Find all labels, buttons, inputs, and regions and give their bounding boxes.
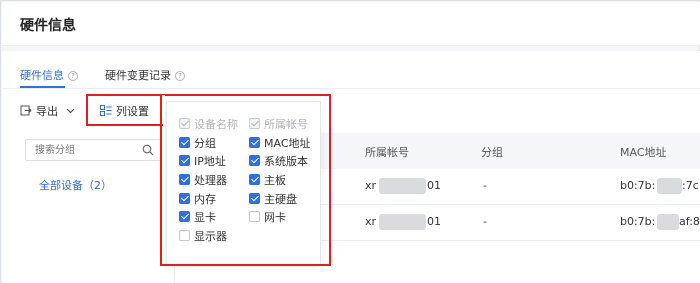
redaction-mask <box>657 178 682 194</box>
chevron-down-icon <box>66 108 74 114</box>
export-label: 导出 <box>36 105 58 118</box>
highlight-join <box>162 95 165 124</box>
highlight-box-column-settings <box>86 94 163 126</box>
account-cell-prefix: xr <box>365 215 377 228</box>
window-frame: 硬件信息 硬件信息? 硬件变更记录? 导出 列设置 搜索分组 全部设备（2） 所… <box>0 0 700 283</box>
tab-label: 硬件变更记录 <box>105 69 171 82</box>
active-tab-indicator <box>20 86 65 88</box>
tab-bar: 硬件信息? 硬件变更记录? <box>2 51 700 89</box>
account-cell-suffix: 01 <box>427 179 441 192</box>
main-content: 硬件信息? 硬件变更记录? 导出 列设置 搜索分组 全部设备（2） 所属帐号 分… <box>2 51 700 283</box>
group-cell: - <box>483 215 487 228</box>
column-header-group[interactable]: 分组 <box>481 144 503 160</box>
search-input[interactable] <box>26 140 130 160</box>
mac-cell-prefix: b0:7b: <box>620 179 656 192</box>
tab-label: 硬件信息 <box>20 69 64 82</box>
column-header-account[interactable]: 所属帐号 <box>365 144 409 160</box>
tab-hardware-info[interactable]: 硬件信息? <box>20 67 78 83</box>
highlight-box-popover <box>160 94 331 266</box>
mac-cell-suffix: af:8 <box>679 215 700 228</box>
sidebar-item-all-devices[interactable]: 全部设备（2） <box>39 177 112 193</box>
page-header: 硬件信息 <box>2 2 700 46</box>
search-icon[interactable] <box>142 144 154 156</box>
group-cell: - <box>483 179 487 192</box>
column-header-mac[interactable]: MAC地址 <box>620 144 667 160</box>
tab-hardware-change-log[interactable]: 硬件变更记录? <box>105 67 185 83</box>
export-icon <box>20 105 32 116</box>
account-cell-prefix: xr <box>365 179 377 192</box>
mac-cell-suffix: :7c: <box>682 179 700 192</box>
help-icon[interactable]: ? <box>68 71 78 81</box>
redaction-mask <box>379 178 426 194</box>
page-title: 硬件信息 <box>20 18 76 34</box>
export-button[interactable]: 导出 <box>20 103 75 119</box>
redaction-mask <box>657 214 679 230</box>
mac-cell-prefix: b0:7b: <box>620 215 656 228</box>
help-icon[interactable]: ? <box>175 71 185 81</box>
redaction-mask <box>379 214 426 230</box>
account-cell-suffix: 01 <box>427 215 441 228</box>
group-search <box>25 139 161 161</box>
